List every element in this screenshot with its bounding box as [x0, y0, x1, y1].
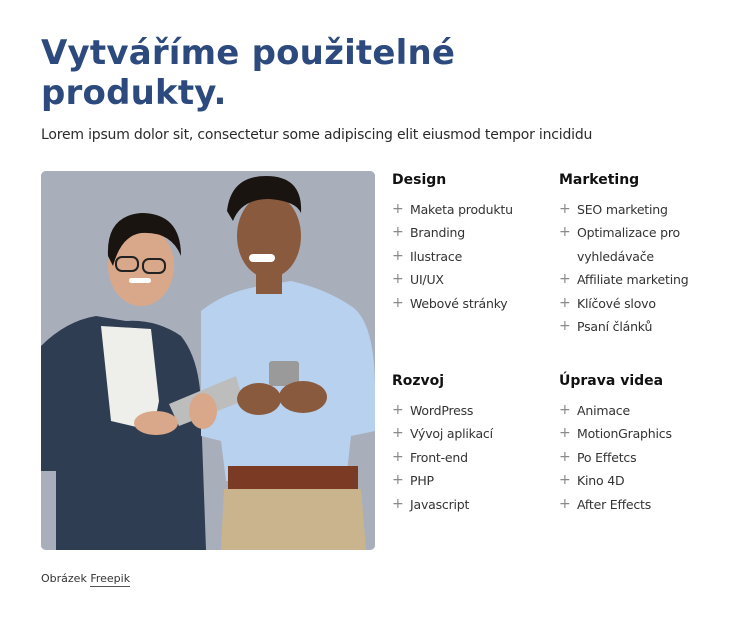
plus-icon: + — [559, 402, 571, 418]
list-item: + SEO marketing — [559, 198, 719, 221]
left-person-hand — [134, 411, 178, 435]
page-title: Vytváříme použitelné produkty. — [41, 33, 456, 113]
column-heading: Design — [392, 172, 447, 188]
list-item: + Affiliate marketing — [559, 268, 719, 291]
list-item: + Animace — [559, 399, 719, 422]
left-person-smile — [129, 278, 151, 283]
plus-icon: + — [559, 448, 571, 465]
plus-icon: + — [392, 201, 404, 217]
services-column-rozvoj: Rozvoj + WordPress + Vývoj aplikací + Front… — [392, 371, 552, 516]
plus-icon: + — [392, 495, 404, 512]
services-column-marketing: Marketing + SEO marketing + Optimalizace p… — [559, 170, 719, 338]
list-item: + PHP — [392, 469, 552, 492]
column-heading: Úprava videa — [559, 373, 664, 389]
plus-icon: + — [392, 294, 404, 311]
hero-photo-illustration — [41, 171, 375, 550]
plus-icon: + — [392, 271, 404, 288]
right-person-face — [237, 194, 301, 278]
list-item: + Webové stránky — [392, 292, 552, 315]
plus-icon: + — [559, 318, 571, 335]
image-credit: Obrázek Freepik — [41, 572, 131, 587]
services-column-video: Úprava videa + Animace + MotionGraphics + P… — [559, 371, 719, 516]
right-person-pants — [221, 489, 366, 550]
list-item: + After Effects — [559, 493, 719, 516]
plus-icon: + — [392, 448, 404, 465]
column-heading: Marketing — [559, 172, 640, 188]
list-item: + MotionGraphics — [559, 422, 719, 445]
list-item: + Optimalizace pro vyhledávače — [559, 221, 719, 268]
list-item: + UI/UX — [392, 268, 552, 291]
list-item: + Front-end — [392, 446, 552, 469]
credit-prefix: Obrázek — [41, 572, 87, 585]
plus-icon: + — [559, 294, 571, 311]
list-item: + Vývoj aplikací — [392, 422, 552, 445]
right-person-belt — [228, 466, 358, 491]
hero-photo — [41, 171, 375, 550]
plus-icon: + — [559, 495, 571, 512]
right-person-smile — [249, 254, 275, 262]
page-subtitle: Lorem ipsum dolor sit, consectetur some … — [41, 127, 593, 143]
services-list: + SEO marketing + Optimalizace pro vyhledá… — [559, 198, 719, 338]
list-item: + Ilustrace — [392, 245, 552, 268]
right-person-hand-2 — [279, 381, 327, 413]
plus-icon: + — [392, 224, 404, 241]
list-item: + Klíčové slovo — [559, 292, 719, 315]
plus-icon: + — [559, 425, 571, 442]
services-list: + WordPress + Vývoj aplikací + Front-end + P… — [392, 399, 552, 516]
list-item: + Po Effetcs — [559, 446, 719, 469]
list-item: + Psaní článků — [559, 315, 719, 338]
plus-icon: + — [559, 271, 571, 288]
services-list: + Animace + MotionGraphics + Po Effetcs + Ki… — [559, 399, 719, 516]
plus-icon: + — [392, 425, 404, 442]
plus-icon: + — [392, 472, 404, 489]
column-heading: Rozvoj — [392, 373, 445, 389]
list-item: + Javascript — [392, 493, 552, 516]
plus-icon: + — [392, 247, 404, 264]
plus-icon: + — [559, 472, 571, 489]
list-item: + Branding — [392, 221, 552, 244]
right-person-neck — [256, 274, 282, 294]
list-item: + WordPress — [392, 399, 552, 422]
plus-icon: + — [559, 201, 571, 217]
list-item: + Kino 4D — [559, 469, 719, 492]
left-person-hand-2 — [189, 393, 217, 429]
right-person-hand — [237, 383, 281, 415]
services-column-design: Design + Maketa produktu + Branding + Ilust… — [392, 170, 552, 315]
plus-icon: + — [392, 402, 404, 418]
plus-icon: + — [559, 224, 571, 241]
freepik-link[interactable]: Freepik — [90, 572, 131, 587]
services-list: + Maketa produktu + Branding + Ilustrace + U… — [392, 198, 552, 315]
list-item: + Maketa produktu — [392, 198, 552, 221]
